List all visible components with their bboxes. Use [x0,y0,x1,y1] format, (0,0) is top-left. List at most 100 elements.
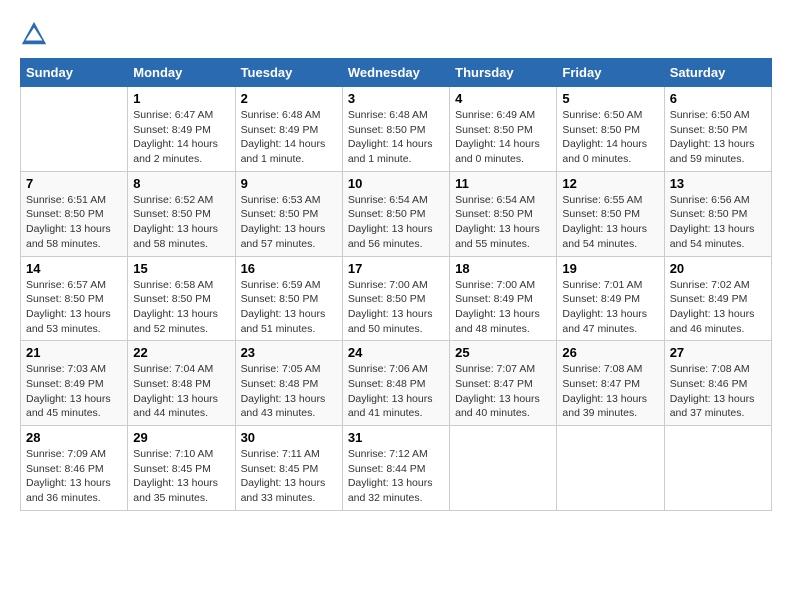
day-info: Sunrise: 6:47 AM Sunset: 8:49 PM Dayligh… [133,108,229,167]
calendar-week-row: 1 Sunrise: 6:47 AM Sunset: 8:49 PM Daylig… [21,87,772,172]
day-info: Sunrise: 6:59 AM Sunset: 8:50 PM Dayligh… [241,278,337,337]
day-number: 23 [241,345,337,360]
day-info: Sunrise: 6:51 AM Sunset: 8:50 PM Dayligh… [26,193,122,252]
day-number: 4 [455,91,551,106]
general-blue-logo-icon [20,20,48,48]
calendar-cell: 13 Sunrise: 6:56 AM Sunset: 8:50 PM Dayli… [664,171,771,256]
calendar-cell: 23 Sunrise: 7:05 AM Sunset: 8:48 PM Dayli… [235,341,342,426]
day-info: Sunrise: 6:48 AM Sunset: 8:49 PM Dayligh… [241,108,337,167]
day-number: 13 [670,176,766,191]
day-info: Sunrise: 7:08 AM Sunset: 8:46 PM Dayligh… [670,362,766,421]
day-number: 27 [670,345,766,360]
day-info: Sunrise: 6:57 AM Sunset: 8:50 PM Dayligh… [26,278,122,337]
calendar-cell: 11 Sunrise: 6:54 AM Sunset: 8:50 PM Dayli… [450,171,557,256]
day-info: Sunrise: 7:02 AM Sunset: 8:49 PM Dayligh… [670,278,766,337]
calendar-cell: 10Sunrise: 6:54 AM Sunset: 8:50 PM Dayli… [342,171,449,256]
day-info: Sunrise: 7:11 AM Sunset: 8:45 PM Dayligh… [241,447,337,506]
day-info: Sunrise: 6:53 AM Sunset: 8:50 PM Dayligh… [241,193,337,252]
day-info: Sunrise: 7:05 AM Sunset: 8:48 PM Dayligh… [241,362,337,421]
day-number: 18 [455,261,551,276]
day-info: Sunrise: 6:58 AM Sunset: 8:50 PM Dayligh… [133,278,229,337]
weekday-header-row: SundayMondayTuesdayWednesdayThursdayFrid… [21,59,772,87]
day-number: 5 [562,91,658,106]
calendar-cell: 5 Sunrise: 6:50 AM Sunset: 8:50 PM Daylig… [557,87,664,172]
calendar-cell: 12 Sunrise: 6:55 AM Sunset: 8:50 PM Dayli… [557,171,664,256]
weekday-header-tuesday: Tuesday [235,59,342,87]
day-number: 3 [348,91,444,106]
day-info: Sunrise: 6:54 AM Sunset: 8:50 PM Dayligh… [348,193,444,252]
calendar-cell: 20Sunrise: 7:02 AM Sunset: 8:49 PM Dayli… [664,256,771,341]
day-info: Sunrise: 6:55 AM Sunset: 8:50 PM Dayligh… [562,193,658,252]
calendar-cell: 9 Sunrise: 6:53 AM Sunset: 8:50 PM Daylig… [235,171,342,256]
calendar-cell: 3 Sunrise: 6:48 AM Sunset: 8:50 PM Daylig… [342,87,449,172]
day-number: 24 [348,345,444,360]
calendar-cell: 17 Sunrise: 7:00 AM Sunset: 8:50 PM Dayli… [342,256,449,341]
day-info: Sunrise: 7:06 AM Sunset: 8:48 PM Dayligh… [348,362,444,421]
weekday-header-saturday: Saturday [664,59,771,87]
calendar-cell: 14Sunrise: 6:57 AM Sunset: 8:50 PM Dayli… [21,256,128,341]
calendar-cell: 21 Sunrise: 7:03 AM Sunset: 8:49 PM Dayli… [21,341,128,426]
calendar-cell: 16 Sunrise: 6:59 AM Sunset: 8:50 PM Dayli… [235,256,342,341]
day-number: 1 [133,91,229,106]
day-info: Sunrise: 6:50 AM Sunset: 8:50 PM Dayligh… [562,108,658,167]
calendar-cell: 26 Sunrise: 7:08 AM Sunset: 8:47 PM Dayli… [557,341,664,426]
day-number: 26 [562,345,658,360]
day-info: Sunrise: 6:52 AM Sunset: 8:50 PM Dayligh… [133,193,229,252]
day-number: 8 [133,176,229,191]
calendar-cell: 8 Sunrise: 6:52 AM Sunset: 8:50 PM Daylig… [128,171,235,256]
day-number: 22 [133,345,229,360]
calendar-cell: 28Sunrise: 7:09 AM Sunset: 8:46 PM Dayli… [21,426,128,511]
day-number: 30 [241,430,337,445]
day-info: Sunrise: 7:00 AM Sunset: 8:50 PM Dayligh… [348,278,444,337]
day-info: Sunrise: 7:03 AM Sunset: 8:49 PM Dayligh… [26,362,122,421]
day-number: 7 [26,176,122,191]
day-number: 11 [455,176,551,191]
calendar-cell: 18Sunrise: 7:00 AM Sunset: 8:49 PM Dayli… [450,256,557,341]
calendar-week-row: 7 Sunrise: 6:51 AM Sunset: 8:50 PM Daylig… [21,171,772,256]
day-number: 31 [348,430,444,445]
calendar-cell: 27 Sunrise: 7:08 AM Sunset: 8:46 PM Dayli… [664,341,771,426]
calendar-cell: 1 Sunrise: 6:47 AM Sunset: 8:49 PM Daylig… [128,87,235,172]
calendar-cell: 24 Sunrise: 7:06 AM Sunset: 8:48 PM Dayli… [342,341,449,426]
calendar-cell: 25 Sunrise: 7:07 AM Sunset: 8:47 PM Dayli… [450,341,557,426]
calendar-cell [450,426,557,511]
calendar-cell [664,426,771,511]
calendar-cell: 6Sunrise: 6:50 AM Sunset: 8:50 PM Daylig… [664,87,771,172]
logo [20,20,52,48]
day-info: Sunrise: 7:01 AM Sunset: 8:49 PM Dayligh… [562,278,658,337]
calendar-cell: 4 Sunrise: 6:49 AM Sunset: 8:50 PM Daylig… [450,87,557,172]
day-number: 17 [348,261,444,276]
day-info: Sunrise: 6:48 AM Sunset: 8:50 PM Dayligh… [348,108,444,167]
calendar-week-row: 21 Sunrise: 7:03 AM Sunset: 8:49 PM Dayli… [21,341,772,426]
day-number: 29 [133,430,229,445]
day-info: Sunrise: 6:56 AM Sunset: 8:50 PM Dayligh… [670,193,766,252]
day-number: 19 [562,261,658,276]
page-header [20,20,772,48]
calendar-cell [557,426,664,511]
calendar-cell: 30 Sunrise: 7:11 AM Sunset: 8:45 PM Dayli… [235,426,342,511]
day-number: 21 [26,345,122,360]
day-number: 25 [455,345,551,360]
day-info: Sunrise: 7:10 AM Sunset: 8:45 PM Dayligh… [133,447,229,506]
day-info: Sunrise: 7:04 AM Sunset: 8:48 PM Dayligh… [133,362,229,421]
calendar-cell: 31 Sunrise: 7:12 AM Sunset: 8:44 PM Dayli… [342,426,449,511]
day-number: 6 [670,91,766,106]
day-number: 9 [241,176,337,191]
day-info: Sunrise: 7:12 AM Sunset: 8:44 PM Dayligh… [348,447,444,506]
weekday-header-wednesday: Wednesday [342,59,449,87]
day-number: 16 [241,261,337,276]
calendar-table: SundayMondayTuesdayWednesdayThursdayFrid… [20,58,772,511]
calendar-week-row: 28Sunrise: 7:09 AM Sunset: 8:46 PM Dayli… [21,426,772,511]
calendar-cell: 29 Sunrise: 7:10 AM Sunset: 8:45 PM Dayli… [128,426,235,511]
day-number: 12 [562,176,658,191]
day-number: 28 [26,430,122,445]
calendar-week-row: 14Sunrise: 6:57 AM Sunset: 8:50 PM Dayli… [21,256,772,341]
weekday-header-monday: Monday [128,59,235,87]
day-info: Sunrise: 7:08 AM Sunset: 8:47 PM Dayligh… [562,362,658,421]
day-info: Sunrise: 6:49 AM Sunset: 8:50 PM Dayligh… [455,108,551,167]
day-info: Sunrise: 6:54 AM Sunset: 8:50 PM Dayligh… [455,193,551,252]
calendar-cell: 15Sunrise: 6:58 AM Sunset: 8:50 PM Dayli… [128,256,235,341]
day-number: 2 [241,91,337,106]
weekday-header-thursday: Thursday [450,59,557,87]
day-info: Sunrise: 7:07 AM Sunset: 8:47 PM Dayligh… [455,362,551,421]
